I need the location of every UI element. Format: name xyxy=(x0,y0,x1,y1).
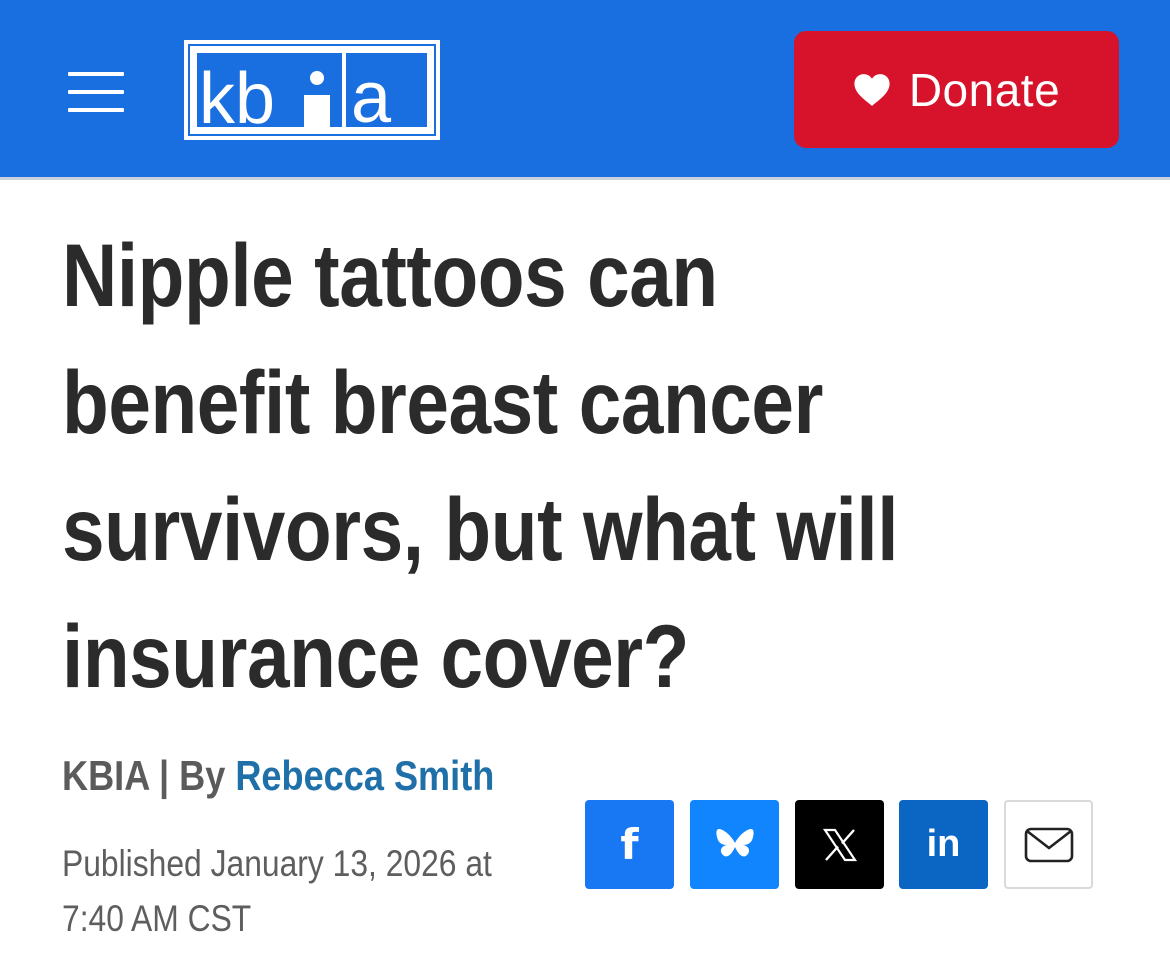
byline-separator: | By xyxy=(148,752,236,799)
publish-date: Published January 13, 2026 at 7:40 AM CS… xyxy=(62,843,492,939)
site-header: kb a kbia Donate xyxy=(0,0,1170,180)
share-email-button[interactable] xyxy=(1004,800,1093,889)
share-linkedin-button[interactable]: in xyxy=(899,800,988,889)
author-link[interactable]: Rebecca Smith xyxy=(235,752,494,799)
article-headline: Nipple tattoos can benefit breast cancer… xyxy=(62,225,899,706)
hamburger-line xyxy=(68,90,124,94)
svg-text:kb: kb xyxy=(199,59,275,139)
heart-icon xyxy=(854,73,890,106)
logo-mark: kb a xyxy=(184,40,440,140)
byline: KBIA | By Rebecca Smith xyxy=(62,752,494,802)
kbia-logo[interactable]: kb a kbia xyxy=(184,40,440,140)
bluesky-icon xyxy=(715,828,754,856)
donate-button[interactable]: Donate xyxy=(794,31,1119,148)
facebook-icon: f xyxy=(620,820,639,869)
source-name: KBIA xyxy=(62,752,149,799)
svg-text:a: a xyxy=(351,58,392,138)
x-icon xyxy=(822,828,857,861)
donate-label: Donate xyxy=(908,63,1061,116)
share-bluesky-button[interactable] xyxy=(690,800,779,889)
share-facebook-button[interactable]: f xyxy=(585,800,674,889)
hamburger-line xyxy=(68,72,124,76)
menu-button[interactable] xyxy=(62,66,128,116)
linkedin-icon: in xyxy=(926,823,961,865)
share-x-button[interactable] xyxy=(795,800,884,889)
hamburger-line xyxy=(68,108,124,112)
email-icon xyxy=(1024,827,1073,862)
